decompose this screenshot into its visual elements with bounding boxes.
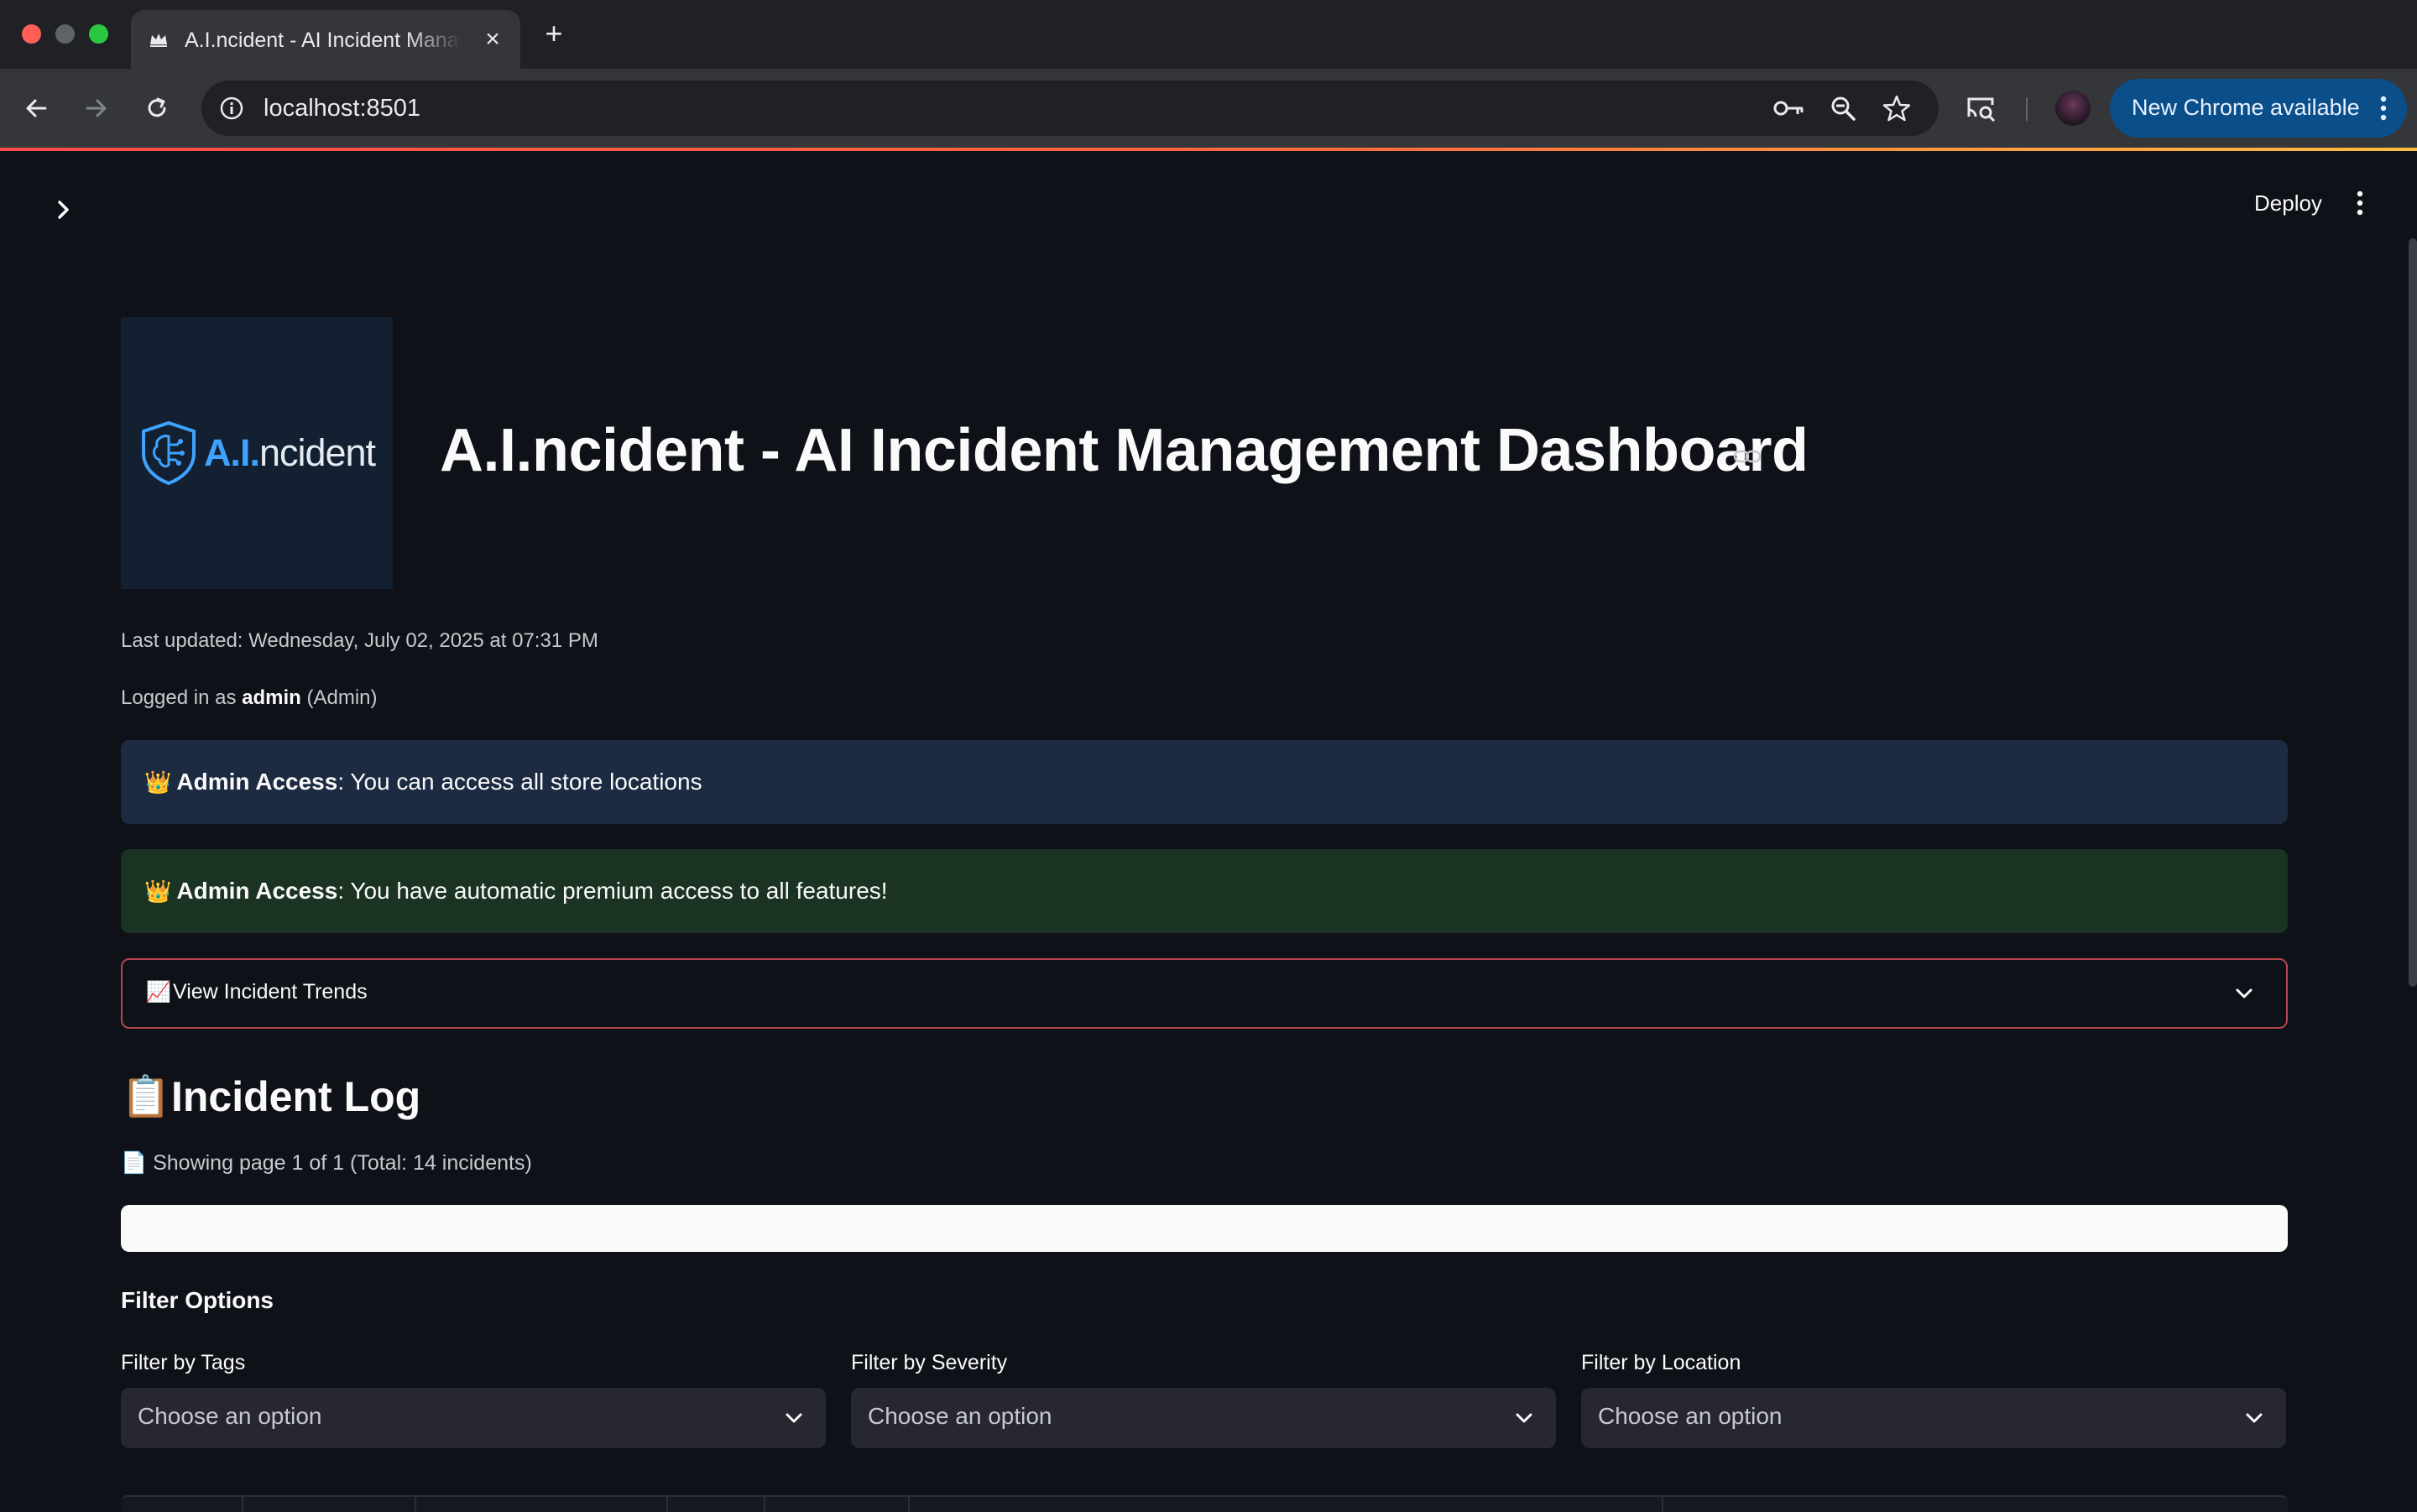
page-title: A.I.ncident - AI Incident Management Das… bbox=[440, 417, 1809, 484]
browser-toolbar: localhost:8501 New Chrome available bbox=[0, 69, 2417, 148]
table-column-divider bbox=[666, 1497, 668, 1512]
window-close-button[interactable] bbox=[22, 24, 41, 44]
anchor-link-icon[interactable] bbox=[1732, 441, 1762, 472]
back-arrow-icon[interactable] bbox=[17, 89, 55, 128]
logged-in-text: Logged in as admin (Admin) bbox=[121, 686, 378, 709]
filter-location-select[interactable]: Choose an option bbox=[1581, 1388, 2286, 1448]
profile-avatar[interactable] bbox=[2055, 91, 2091, 126]
chevron-down-icon bbox=[2239, 1403, 2269, 1433]
crown-icon: 👑 bbox=[144, 769, 172, 795]
more-vertical-icon[interactable] bbox=[2345, 186, 2375, 220]
address-bar[interactable]: localhost:8501 bbox=[201, 81, 1939, 136]
chevron-down-icon bbox=[2229, 978, 2259, 1009]
chrome-update-button[interactable]: New Chrome available bbox=[2110, 79, 2407, 138]
last-updated-text: Last updated: Wednesday, July 02, 2025 a… bbox=[121, 629, 598, 652]
alert-text: : You can access all store locations bbox=[337, 769, 702, 795]
select-placeholder: Choose an option bbox=[1598, 1403, 1783, 1429]
crown-icon bbox=[148, 29, 170, 50]
tab-title: A.I.ncident - AI Incident Management Das… bbox=[185, 29, 462, 52]
new-tab-button[interactable]: + bbox=[537, 17, 571, 50]
admin-premium-alert: 👑 Admin Access : You have automatic prem… bbox=[121, 849, 2288, 933]
filter-severity-label: Filter by Severity bbox=[851, 1351, 1008, 1374]
filter-tags-label: Filter by Tags bbox=[121, 1351, 246, 1374]
bookmark-star-icon[interactable] bbox=[1880, 91, 1913, 125]
window-minimize-button[interactable] bbox=[55, 24, 75, 44]
chevron-down-icon bbox=[1509, 1403, 1539, 1433]
incident-log-heading: Incident Log bbox=[171, 1073, 421, 1120]
page-facing-up-icon: 📄 bbox=[121, 1151, 148, 1175]
zoom-icon[interactable] bbox=[1826, 91, 1860, 125]
deploy-button[interactable]: Deploy bbox=[2241, 186, 2336, 220]
site-info-icon[interactable] bbox=[215, 91, 248, 125]
logo-wordmark: A.I.ncident bbox=[203, 431, 376, 474]
filter-options-heading: Filter Options bbox=[121, 1287, 274, 1313]
forward-arrow-icon[interactable] bbox=[77, 89, 116, 128]
tab-close-icon[interactable]: × bbox=[478, 25, 507, 54]
pagination-info: 📄 Showing page 1 of 1 (Total: 14 inciden… bbox=[121, 1151, 532, 1175]
browser-tab-bar: A.I.ncident - AI Incident Management Das… bbox=[0, 0, 2417, 69]
expander-label: View Incident Trends bbox=[173, 980, 368, 1004]
incident-trends-expander[interactable]: 📈 View Incident Trends bbox=[121, 958, 2288, 1029]
alert-text: : You have automatic premium access to a… bbox=[337, 878, 888, 904]
crown-icon: 👑 bbox=[144, 878, 172, 904]
alert-title: Admin Access bbox=[176, 878, 338, 904]
alert-title: Admin Access bbox=[176, 769, 338, 795]
table-column-divider bbox=[764, 1497, 765, 1512]
scrollbar[interactable] bbox=[2409, 238, 2417, 987]
filter-location-label: Filter by Location bbox=[1581, 1351, 1741, 1374]
filter-tags-select[interactable]: Choose an option bbox=[121, 1388, 826, 1448]
incident-table[interactable] bbox=[121, 1495, 2288, 1512]
cast-search-icon[interactable] bbox=[1962, 89, 2001, 128]
window-maximize-button[interactable] bbox=[89, 24, 108, 44]
table-column-divider bbox=[908, 1497, 910, 1512]
chevron-right-icon[interactable] bbox=[49, 195, 79, 225]
table-column-divider bbox=[242, 1497, 243, 1512]
search-input[interactable] bbox=[121, 1205, 2288, 1252]
toolbar-divider bbox=[2026, 97, 2028, 121]
update-label: New Chrome available bbox=[2132, 95, 2360, 120]
app-logo: A.I.ncident bbox=[121, 317, 393, 589]
url-text[interactable]: localhost:8501 bbox=[264, 94, 420, 123]
password-key-icon[interactable] bbox=[1772, 91, 1806, 125]
table-column-divider bbox=[1662, 1497, 1663, 1512]
filter-severity-select[interactable]: Choose an option bbox=[851, 1388, 1556, 1448]
more-vertical-icon[interactable] bbox=[2375, 93, 2392, 123]
table-column-divider bbox=[415, 1497, 416, 1512]
shield-brain-icon bbox=[141, 420, 196, 486]
admin-info-alert: 👑 Admin Access : You can access all stor… bbox=[121, 740, 2288, 824]
app-main: Deploy A.I.ncident A.I.ncident - AI Inci… bbox=[0, 151, 2417, 1510]
username: admin bbox=[242, 686, 301, 709]
browser-tab[interactable]: A.I.ncident - AI Incident Management Das… bbox=[131, 10, 520, 69]
chevron-down-icon bbox=[779, 1403, 809, 1433]
clipboard-icon: 📋 bbox=[121, 1075, 171, 1119]
reload-icon[interactable] bbox=[138, 89, 176, 128]
chart-increasing-icon: 📈 bbox=[146, 981, 171, 1004]
select-placeholder: Choose an option bbox=[868, 1403, 1052, 1429]
select-placeholder: Choose an option bbox=[138, 1403, 322, 1429]
